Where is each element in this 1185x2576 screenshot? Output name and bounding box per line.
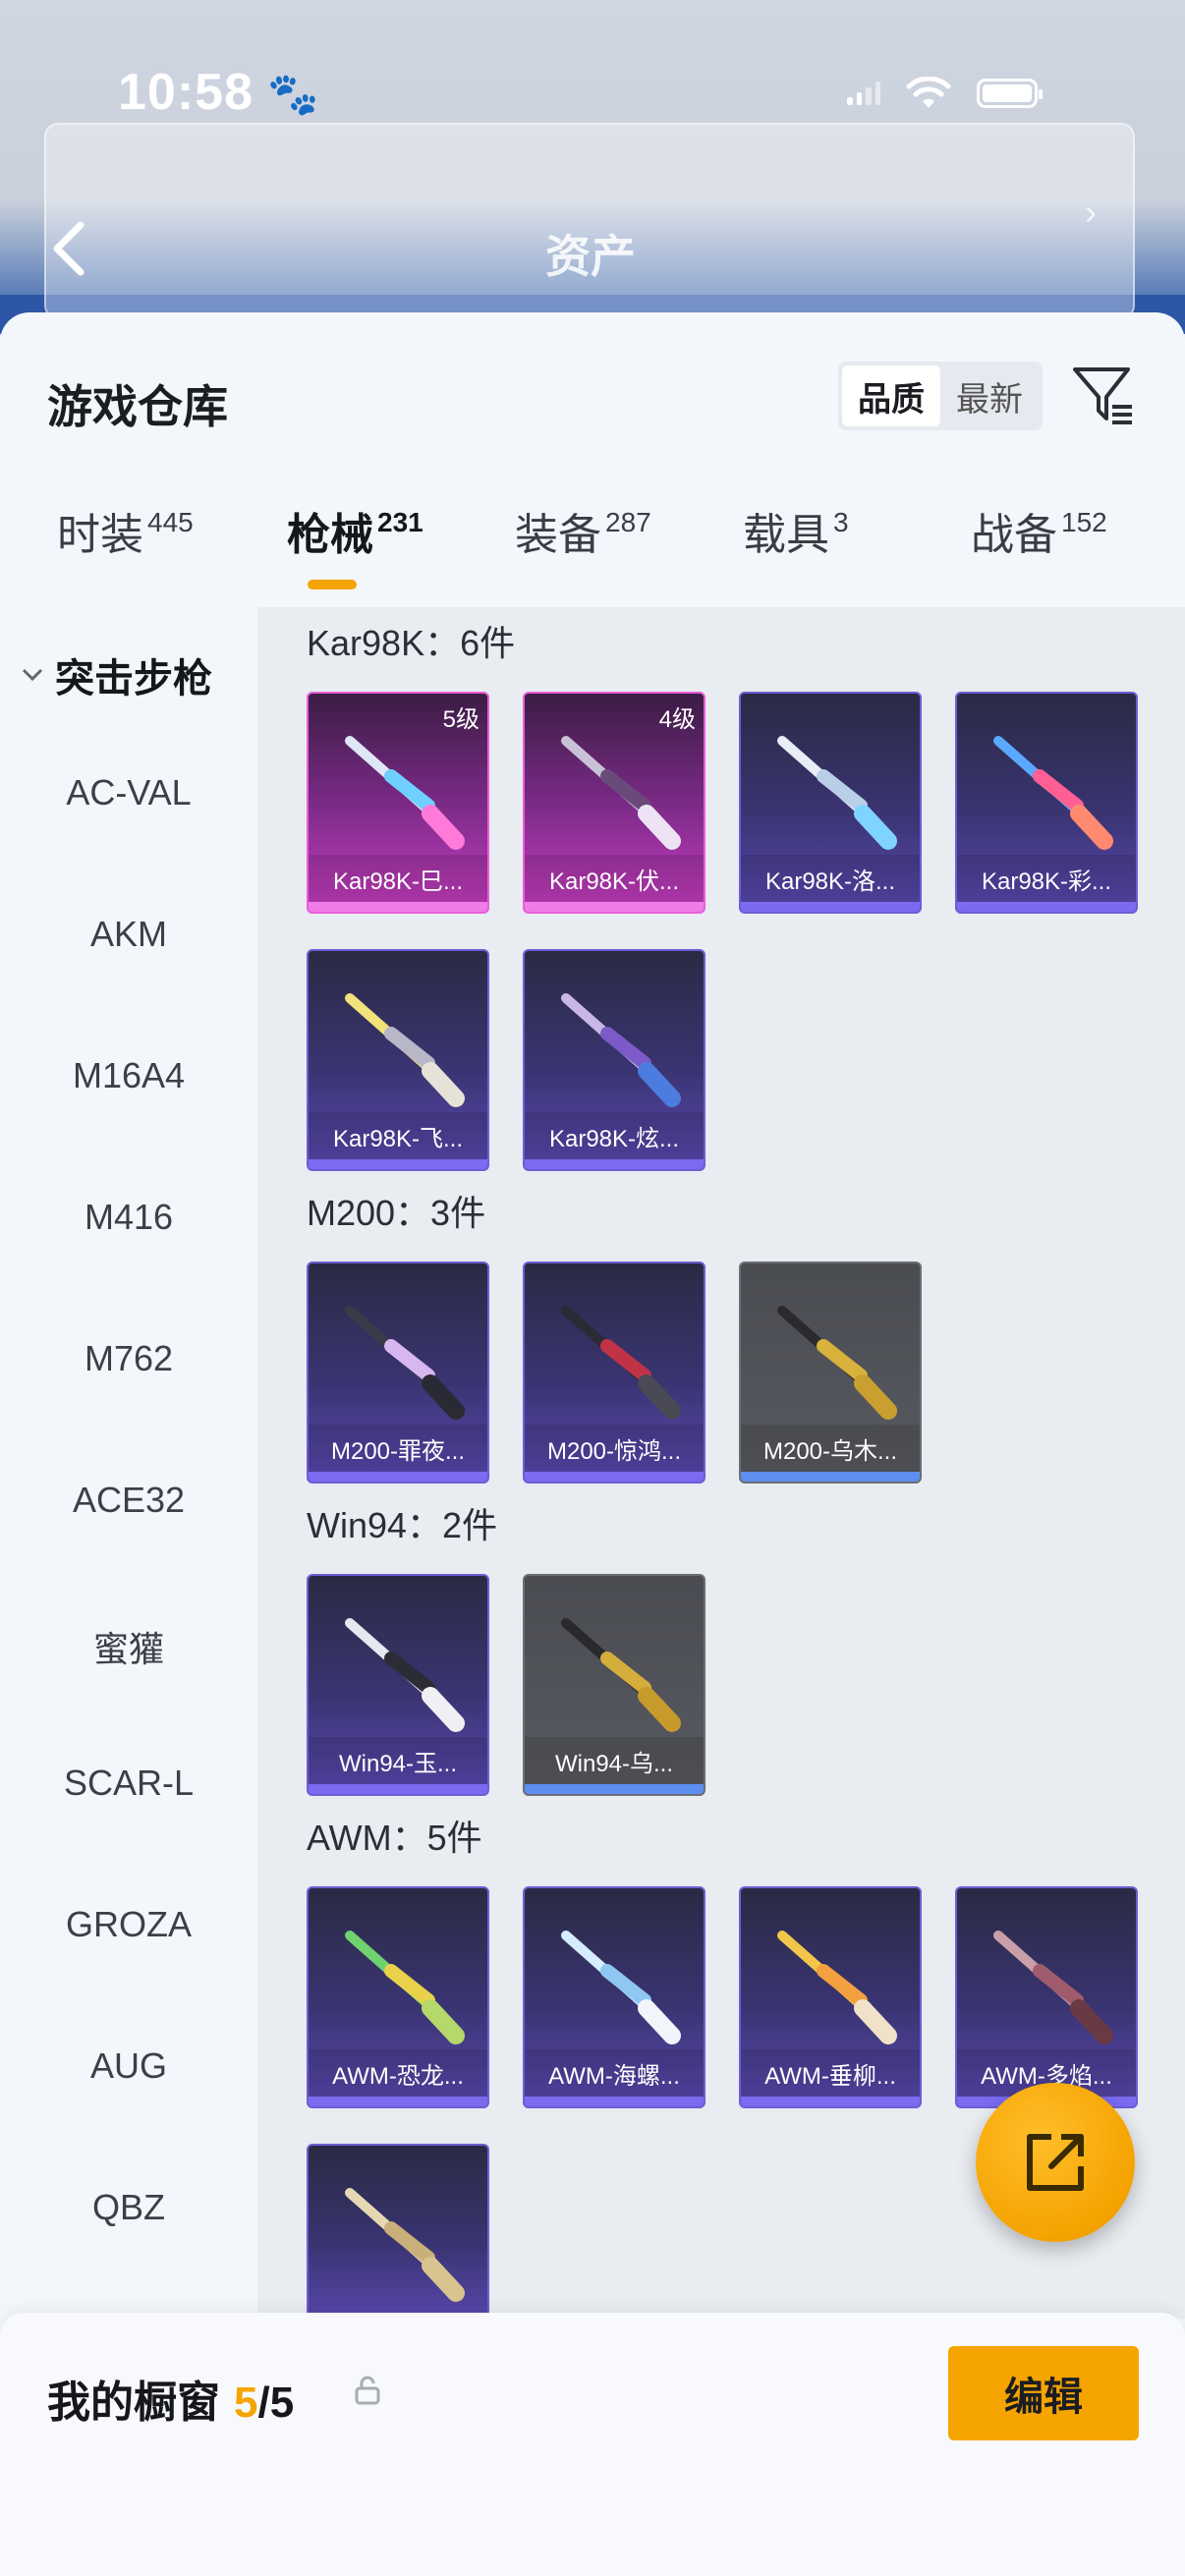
skin-name: M200-乌木... — [741, 1425, 920, 1472]
paw-icon: 🐾 — [267, 71, 319, 117]
rifle-icon — [345, 1618, 465, 1732]
skin-card[interactable]: Win94-玉... — [307, 1574, 489, 1796]
rifle-icon — [561, 1306, 681, 1420]
skin-name: Kar98K-伏... — [525, 855, 704, 902]
skin-card[interactable]: Kar98K-彩... — [955, 692, 1138, 914]
skin-name: AWM-海螺... — [525, 2049, 704, 2097]
rifle-icon — [345, 1306, 465, 1420]
section-title-awm: AWM：5件 — [307, 1818, 482, 1858]
rifle-icon — [561, 1931, 681, 2044]
tab-fashion[interactable]: 时装 445 — [57, 499, 194, 562]
skin-card[interactable]: AWM-海螺... — [523, 1886, 705, 2108]
rifle-icon — [345, 1931, 465, 2044]
tab-equipment[interactable]: 装备 287 — [515, 499, 651, 562]
category-tabs: 时装 445 枪械 231 装备 287 载具 3 战备 152 — [0, 499, 1185, 588]
sidebar-item-akm[interactable]: AKM — [0, 914, 257, 955]
skin-card[interactable]: AWM-垂柳... — [739, 1886, 922, 2108]
showcase-bar: 我的橱窗 5/5 编辑 — [0, 2313, 1185, 2576]
sidebar-item-ac-val[interactable]: AC-VAL — [0, 772, 257, 813]
showcase-title: 我的橱窗 5/5 — [47, 2367, 294, 2430]
sort-toggle: 品质 最新 — [838, 362, 1043, 430]
sidebar-category[interactable]: 突击步枪 — [20, 646, 212, 703]
rifle-icon — [777, 1306, 897, 1420]
sidebar-category-label: 突击步枪 — [55, 657, 212, 700]
edit-button[interactable]: 编辑 — [948, 2346, 1139, 2440]
showcase-label: 我的橱窗 — [47, 2379, 220, 2427]
rifle-icon — [561, 736, 681, 850]
battery-icon — [977, 79, 1043, 108]
skin-name: Kar98K-洛... — [741, 855, 920, 902]
sidebar-item-qbz[interactable]: QBZ — [0, 2187, 257, 2228]
share-icon — [1027, 2134, 1084, 2191]
warehouse-sheet: 游戏仓库 品质 最新 时装 445 枪械 231 装备 287 载具 3 战备 152 突… — [0, 312, 1185, 2576]
skin-name: Kar98K-彩... — [957, 855, 1136, 902]
rifle-icon — [993, 1931, 1113, 2044]
rifle-icon — [345, 2188, 465, 2302]
skin-name: AWM-恐龙... — [309, 2049, 487, 2097]
skin-name: Kar98K-巳... — [309, 855, 487, 902]
section-title-win94: Win94：2件 — [307, 1505, 498, 1545]
skin-name: Kar98K-炫... — [525, 1112, 704, 1159]
weapon-grid: Kar98K：6件 5级 Kar98K-巳... 4级 Kar98K-伏... … — [257, 607, 1185, 2319]
skin-card[interactable]: Kar98K-飞... — [307, 949, 489, 1171]
skin-card[interactable]: 5级 Kar98K-巳... — [307, 692, 489, 914]
tab-firearms[interactable]: 枪械 231 — [287, 499, 423, 562]
chevron-right-icon: › — [1085, 192, 1097, 232]
header-title: 资产 — [545, 231, 636, 282]
tab-supplies[interactable]: 战备 152 — [971, 499, 1107, 562]
chevron-left-icon[interactable] — [49, 221, 88, 276]
sidebar-item-groza[interactable]: GROZA — [0, 1904, 257, 1945]
sidebar-item-scar-l[interactable]: SCAR-L — [0, 1763, 257, 1804]
sheet-title: 游戏仓库 — [47, 381, 228, 432]
skin-name: M200-惊鸿... — [525, 1425, 704, 1472]
filter-icon[interactable] — [1071, 364, 1136, 428]
skin-name: Win94-乌... — [525, 1737, 704, 1784]
skin-name: AWM-垂柳... — [741, 2049, 920, 2097]
rifle-icon — [561, 993, 681, 1107]
skin-card[interactable]: Kar98K-洛... — [739, 692, 922, 914]
rifle-icon — [345, 993, 465, 1107]
signal-icon — [847, 82, 880, 105]
rifle-icon — [777, 736, 897, 850]
sidebar-item-m416[interactable]: M416 — [0, 1197, 257, 1238]
skin-card[interactable]: Win94-乌... — [523, 1574, 705, 1796]
rifle-icon — [561, 1618, 681, 1732]
sidebar-item-aug[interactable]: AUG — [0, 2045, 257, 2087]
sidebar-item-ace32[interactable]: ACE32 — [0, 1480, 257, 1521]
skin-card[interactable] — [307, 2144, 489, 2319]
skin-card[interactable]: Kar98K-炫... — [523, 949, 705, 1171]
skin-card[interactable]: M200-乌木... — [739, 1261, 922, 1484]
tab-vehicles[interactable]: 载具 3 — [743, 499, 849, 562]
sidebar-item-honey-badger[interactable]: 蜜獾 — [0, 1621, 257, 1672]
skin-name: M200-罪夜... — [309, 1425, 487, 1472]
skin-card[interactable]: AWM-恐龙... — [307, 1886, 489, 2108]
chevron-down-icon — [22, 668, 43, 682]
showcase-count: 5 — [234, 2379, 258, 2427]
skin-name: Kar98K-飞... — [309, 1112, 487, 1159]
weapon-sidebar: 突击步枪 AC-VAL AKM M16A4 M416 M762 ACE32 蜜獾… — [0, 607, 257, 2317]
skin-card[interactable]: M200-惊鸿... — [523, 1261, 705, 1484]
skin-card[interactable]: M200-罪夜... — [307, 1261, 489, 1484]
wifi-icon — [906, 77, 951, 108]
rifle-icon — [345, 736, 465, 850]
sort-newest-button[interactable]: 最新 — [940, 365, 1039, 426]
share-button[interactable] — [976, 2083, 1135, 2242]
section-title-m200: M200：3件 — [307, 1193, 486, 1233]
sort-quality-button[interactable]: 品质 — [842, 365, 940, 426]
skin-card[interactable]: AWM-多焰... — [955, 1886, 1138, 2108]
sidebar-item-m16a4[interactable]: M16A4 — [0, 1055, 257, 1096]
status-icons — [847, 77, 1043, 110]
section-title-kar98k: Kar98K：6件 — [307, 623, 516, 663]
active-tab-indicator — [308, 580, 357, 589]
status-time: 10:58 — [118, 64, 254, 121]
skin-name: Win94-玉... — [309, 1737, 487, 1784]
lock-icon — [355, 2376, 380, 2405]
rifle-icon — [993, 736, 1113, 850]
showcase-total: /5 — [257, 2379, 295, 2427]
sidebar-item-m762[interactable]: M762 — [0, 1338, 257, 1379]
rifle-icon — [777, 1931, 897, 2044]
skin-card[interactable]: 4级 Kar98K-伏... — [523, 692, 705, 914]
